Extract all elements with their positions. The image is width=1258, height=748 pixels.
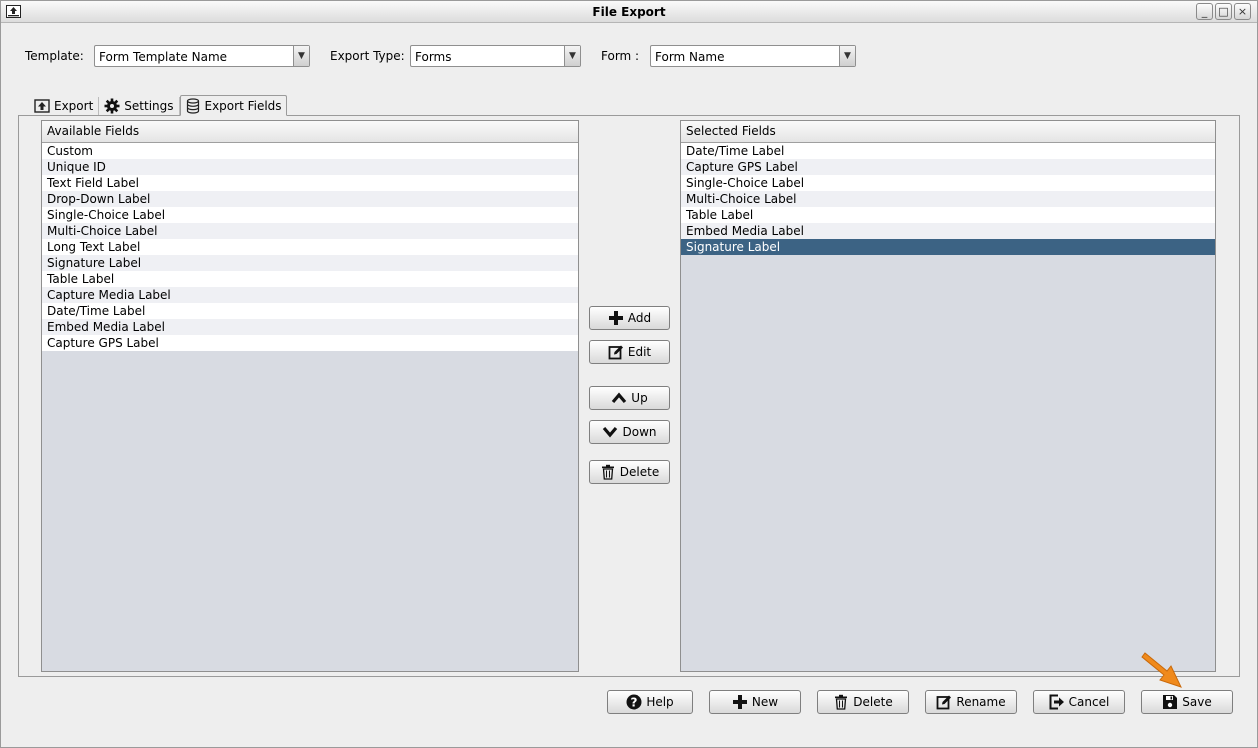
database-icon bbox=[185, 97, 201, 114]
save-button[interactable]: Save bbox=[1141, 690, 1233, 714]
close-button[interactable]: × bbox=[1234, 3, 1251, 20]
floppy-disk-icon bbox=[1162, 694, 1178, 710]
template-label: Template: bbox=[25, 49, 84, 63]
plus-icon bbox=[732, 694, 748, 710]
available-fields-header: Available Fields bbox=[42, 121, 578, 143]
edit-icon bbox=[936, 694, 952, 710]
tab-export-fields-label: Export Fields bbox=[204, 98, 282, 113]
export-fields-panel: Available Fields Custom Unique ID Text F… bbox=[18, 115, 1240, 677]
move-up-button-label: Up bbox=[631, 391, 648, 405]
window-title: File Export bbox=[592, 5, 666, 19]
delete-template-button-label: Delete bbox=[853, 695, 893, 709]
trash-icon bbox=[833, 694, 849, 710]
delete-field-button[interactable]: Delete bbox=[589, 460, 670, 484]
list-item[interactable]: Drop-Down Label bbox=[42, 191, 578, 207]
export-icon bbox=[34, 98, 50, 114]
save-button-label: Save bbox=[1182, 695, 1212, 709]
move-up-button[interactable]: Up bbox=[589, 386, 670, 410]
chevron-down-icon[interactable]: ▼ bbox=[564, 46, 580, 66]
list-item[interactable]: Unique ID bbox=[42, 159, 578, 175]
list-item[interactable]: Multi-Choice Label bbox=[681, 191, 1215, 207]
list-item[interactable]: Capture GPS Label bbox=[681, 159, 1215, 175]
file-export-window: File Export _ □ × Template: Form Templat… bbox=[0, 0, 1258, 748]
template-dropdown-value: Form Template Name bbox=[99, 50, 228, 64]
list-item[interactable]: Multi-Choice Label bbox=[42, 223, 578, 239]
selected-fields-rows: Date/Time Label Capture GPS Label Single… bbox=[681, 143, 1215, 255]
list-item[interactable]: Embed Media Label bbox=[42, 319, 578, 335]
list-item[interactable]: Capture GPS Label bbox=[42, 335, 578, 351]
help-button[interactable]: ? Help bbox=[607, 690, 693, 714]
edit-icon bbox=[608, 344, 624, 360]
tab-settings[interactable]: Settings bbox=[99, 95, 178, 116]
form-label: Form : bbox=[601, 49, 640, 63]
maximize-button[interactable]: □ bbox=[1215, 3, 1232, 20]
list-item-selected[interactable]: Signature Label bbox=[681, 239, 1215, 255]
list-item[interactable]: Date/Time Label bbox=[42, 303, 578, 319]
tab-settings-label: Settings bbox=[124, 99, 174, 113]
chevron-down-icon[interactable]: ▼ bbox=[293, 46, 309, 66]
move-down-button[interactable]: Down bbox=[589, 420, 670, 444]
new-button-label: New bbox=[751, 695, 779, 709]
tab-export[interactable]: Export bbox=[29, 95, 98, 116]
list-item[interactable]: Text Field Label bbox=[42, 175, 578, 191]
rename-button-label: Rename bbox=[956, 695, 1006, 709]
list-item[interactable]: Long Text Label bbox=[42, 239, 578, 255]
form-dropdown[interactable]: Form Name ▼ bbox=[650, 45, 856, 67]
list-item[interactable]: Single-Choice Label bbox=[42, 207, 578, 223]
plus-icon bbox=[608, 310, 624, 326]
list-item[interactable]: Date/Time Label bbox=[681, 143, 1215, 159]
tab-export-fields[interactable]: Export Fields bbox=[179, 95, 287, 116]
list-item[interactable]: Custom bbox=[42, 143, 578, 159]
tab-export-label: Export bbox=[54, 99, 94, 113]
trash-icon bbox=[600, 464, 616, 480]
list-item[interactable]: Capture Media Label bbox=[42, 287, 578, 303]
chevron-down-icon[interactable]: ▼ bbox=[839, 46, 855, 66]
chevron-down-icon bbox=[602, 424, 618, 440]
help-button-label: Help bbox=[646, 695, 674, 709]
svg-text:?: ? bbox=[631, 696, 638, 710]
selected-fields-header: Selected Fields bbox=[681, 121, 1215, 143]
form-dropdown-value: Form Name bbox=[655, 50, 725, 64]
title-bar: File Export _ □ × bbox=[1, 1, 1257, 23]
help-icon: ? bbox=[626, 694, 642, 710]
add-button[interactable]: Add bbox=[589, 306, 670, 330]
available-fields-rows: Custom Unique ID Text Field Label Drop-D… bbox=[42, 143, 578, 351]
tab-bar: Export Settings Export Fields bbox=[29, 95, 287, 116]
list-item[interactable]: Table Label bbox=[42, 271, 578, 287]
export-type-dropdown[interactable]: Forms ▼ bbox=[410, 45, 581, 67]
export-type-dropdown-value: Forms bbox=[415, 50, 452, 64]
delete-field-button-label: Delete bbox=[619, 465, 660, 479]
gear-icon bbox=[104, 98, 120, 114]
new-button[interactable]: New bbox=[709, 690, 801, 714]
minimize-button[interactable]: _ bbox=[1196, 3, 1213, 20]
chevron-up-icon bbox=[611, 390, 627, 406]
selected-fields-list[interactable]: Selected Fields Date/Time Label Capture … bbox=[680, 120, 1216, 672]
template-dropdown[interactable]: Form Template Name ▼ bbox=[94, 45, 310, 67]
export-type-label: Export Type: bbox=[330, 49, 405, 63]
cancel-button-label: Cancel bbox=[1068, 695, 1110, 709]
list-item[interactable]: Signature Label bbox=[42, 255, 578, 271]
available-fields-list[interactable]: Available Fields Custom Unique ID Text F… bbox=[41, 120, 579, 672]
pointer-arrow-icon bbox=[1141, 652, 1182, 688]
cancel-button[interactable]: Cancel bbox=[1033, 690, 1125, 714]
list-item[interactable]: Table Label bbox=[681, 207, 1215, 223]
move-down-button-label: Down bbox=[622, 425, 657, 439]
add-button-label: Add bbox=[627, 311, 652, 325]
edit-button[interactable]: Edit bbox=[589, 340, 670, 364]
exit-icon bbox=[1049, 694, 1065, 710]
delete-template-button[interactable]: Delete bbox=[817, 690, 909, 714]
list-item[interactable]: Single-Choice Label bbox=[681, 175, 1215, 191]
rename-button[interactable]: Rename bbox=[925, 690, 1017, 714]
edit-button-label: Edit bbox=[627, 345, 652, 359]
list-item[interactable]: Embed Media Label bbox=[681, 223, 1215, 239]
